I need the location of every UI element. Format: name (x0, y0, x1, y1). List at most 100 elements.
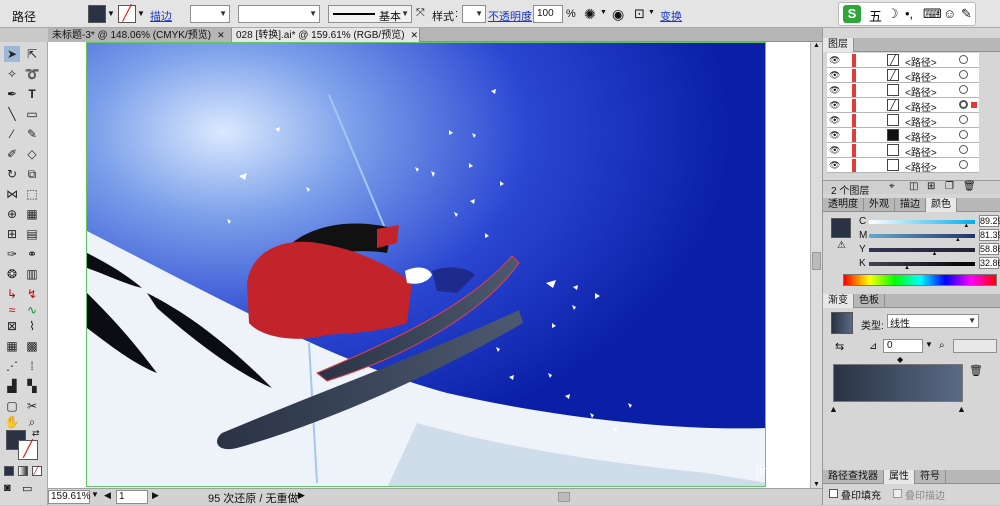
angle-field[interactable]: 0 (883, 339, 923, 353)
type-tool-icon[interactable]: T (24, 86, 40, 102)
wrench-icon[interactable]: ✎ (961, 6, 972, 22)
blend-tool-icon[interactable]: ⚭ (24, 246, 40, 262)
selection-square-icon[interactable] (971, 102, 977, 108)
chart-tool-icon[interactable]: ▦ (4, 338, 20, 354)
fill-dropdown-icon[interactable]: ▼ (107, 9, 115, 18)
tab-color[interactable]: 颜色 (926, 198, 957, 212)
delete-layer-icon[interactable]: 🗑 (963, 181, 976, 192)
draw-mode-icon[interactable]: ◙ (4, 482, 11, 494)
free-transform-tool-icon[interactable]: ⬚ (24, 186, 40, 202)
slider-thumb-icon[interactable]: ▲ (932, 251, 938, 257)
wave-icon[interactable]: ∿ (24, 302, 40, 318)
magic-wand-tool-icon[interactable]: ✧ (4, 66, 20, 82)
scroll-down-icon[interactable]: ▼ (813, 481, 820, 488)
gradient-stop-left-icon[interactable]: ▲ (829, 404, 838, 414)
shape-builder-tool-icon[interactable]: ⊕ (4, 206, 20, 222)
ime-mode[interactable]: 五 (869, 6, 882, 25)
black-value[interactable]: 32.86 (979, 257, 1000, 269)
tab-transparency[interactable]: 透明度 (823, 198, 864, 212)
canvas-vertical-scrollbar[interactable]: ▲ ▼ (810, 42, 822, 488)
locate-object-icon[interactable]: ⌖ (889, 181, 895, 192)
close-icon[interactable]: ✕ (217, 30, 225, 40)
layer-row-selected[interactable]: 👁 ╱ <路径> (827, 98, 979, 114)
pen-tool-icon[interactable]: ✒ (4, 86, 20, 102)
target-circle-icon[interactable] (959, 85, 968, 94)
screen-mode-icon[interactable]: ▭ (22, 482, 32, 495)
layer-row[interactable]: 👁 <路径> (827, 83, 979, 99)
tab-layers[interactable]: 图层 (823, 38, 854, 52)
document-canvas[interactable]: jingyan.baidu.com (48, 42, 869, 488)
eye-icon[interactable]: 👁 (829, 55, 840, 66)
gradient-slider[interactable] (833, 364, 963, 402)
tab-document-2[interactable]: 028 [转换].ai* @ 159.61% (RGB/预览) ✕ (232, 28, 420, 42)
yellow-slider[interactable]: ▲ (869, 248, 975, 257)
eye-icon[interactable]: 👁 (829, 85, 840, 96)
tab-pathfinder[interactable]: 路径查找器 (823, 470, 884, 484)
target-circle-icon[interactable] (959, 100, 968, 109)
graphic-style-field[interactable]: ▼ (462, 5, 486, 23)
width-tool-icon[interactable]: ⋈ (4, 186, 20, 202)
variable-width-field[interactable]: ▼ (238, 5, 320, 23)
eye-icon[interactable]: 👁 (829, 130, 840, 141)
close-icon[interactable]: ✕ (411, 30, 419, 40)
eye-icon[interactable]: 👁 (829, 115, 840, 126)
overprint-stroke-checkbox[interactable] (893, 489, 902, 498)
midpoint-marker-icon[interactable]: ◆ (897, 355, 903, 364)
selection-tool-icon[interactable]: ➤ (4, 46, 20, 62)
color-spectrum[interactable] (843, 274, 997, 286)
scale-tool-icon[interactable]: ⧉ (24, 166, 40, 182)
swap-icon[interactable]: ⇄ (32, 428, 40, 439)
graph-tool-icon[interactable]: ▟ (4, 378, 20, 394)
gradient-thumbnail[interactable] (831, 312, 853, 334)
stroke-dropdown-icon[interactable]: ▼ (137, 9, 145, 18)
gradient-mode-swatch[interactable] (18, 466, 28, 476)
layer-row[interactable]: 👁 <路径> (827, 113, 979, 129)
mesh-tool-icon[interactable]: ⊞ (4, 226, 20, 242)
slider-thumb-icon[interactable]: ▲ (904, 265, 910, 271)
user-icon[interactable]: ☺ (943, 6, 956, 21)
aspect-ratio-field[interactable] (953, 339, 997, 353)
zoom-field[interactable]: 159.61% (48, 490, 90, 504)
scroll-thumb[interactable] (812, 252, 821, 270)
stroke-link[interactable]: 描边 (150, 8, 172, 24)
direct-selection-tool-icon[interactable]: ⇱ (24, 46, 40, 62)
color-fill-swatch[interactable] (831, 218, 851, 238)
magenta-value[interactable]: 81.39 (979, 229, 1000, 241)
line-tool-icon[interactable]: ╲ (4, 106, 20, 122)
tab-document-1[interactable]: 未标题-3* @ 148.06% (CMYK/预览) ✕ (48, 28, 232, 42)
twirl-tool-icon[interactable]: ⌇ (24, 318, 40, 334)
yellow-value[interactable]: 58.86 (979, 243, 1000, 255)
target-circle-icon[interactable] (959, 145, 968, 154)
target-circle-icon[interactable] (959, 130, 968, 139)
perspective-grid-tool-icon[interactable]: ▦ (24, 206, 40, 222)
tab-attributes[interactable]: 属性 (884, 470, 915, 484)
eye-icon[interactable]: 👁 (829, 100, 840, 111)
comma-icon[interactable]: •, (905, 6, 913, 21)
isolate-icon[interactable]: ◉ (612, 6, 624, 23)
rotate-tool-icon[interactable]: ↻ (4, 166, 20, 182)
artboard-number-field[interactable]: 1 (116, 490, 148, 504)
blob-brush-tool-icon[interactable]: ✐ (4, 146, 20, 162)
target-circle-icon[interactable] (959, 160, 968, 169)
artboard[interactable] (86, 42, 766, 487)
keyboard-icon[interactable]: ⌨ (923, 6, 942, 22)
bars-tool-icon[interactable]: ▩ (24, 338, 40, 354)
chevron-down-icon[interactable]: ▼ (925, 340, 933, 349)
slice-tool-icon[interactable]: ↯ (24, 286, 40, 302)
black-slider[interactable]: ▲ (869, 262, 975, 271)
layer-row[interactable]: 👁 ╱ <路径> (827, 68, 979, 84)
hand-tool-icon[interactable]: ✋ (4, 414, 20, 430)
ime-logo[interactable]: S (843, 5, 861, 23)
status-menu-icon[interactable]: ▶ (298, 490, 305, 501)
tab-symbols[interactable]: 符号 (915, 470, 946, 484)
cyan-value[interactable]: 89.29 (979, 215, 1000, 227)
recolor-icon[interactable]: ✺ (584, 6, 596, 23)
tab-gradient[interactable]: 渐变 (823, 294, 854, 308)
align-icon[interactable]: ⊡ (634, 6, 645, 22)
eye-icon[interactable]: 👁 (829, 145, 840, 156)
layer-row[interactable]: 👁 <路径> (827, 128, 979, 144)
symbol-sprayer-tool-icon[interactable]: ❂ (4, 266, 20, 282)
stroke-weight-field[interactable]: ▼ (190, 5, 230, 23)
stroke-color-box[interactable]: ╱ (18, 440, 38, 460)
slider-thumb-icon[interactable]: ▲ (955, 237, 961, 243)
